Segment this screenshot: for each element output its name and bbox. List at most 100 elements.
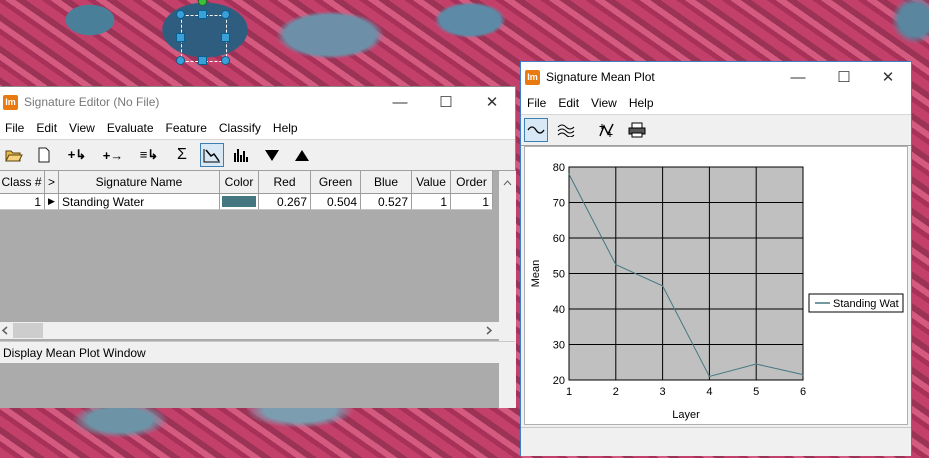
table-row[interactable]: 1 ▶ Standing Water 0.267 0.504 0.527 1 1 — [0, 194, 493, 210]
cell-red[interactable]: 0.267 — [259, 194, 311, 210]
signature-editor-window: Im Signature Editor (No File) — ☐ ✕ File… — [0, 86, 516, 408]
data-point — [802, 373, 804, 376]
cell-current-marker[interactable]: ▶ — [45, 194, 59, 210]
x-axis-label: Layer — [672, 409, 700, 421]
cell-green[interactable]: 0.504 — [311, 194, 361, 210]
close-button[interactable]: ✕ — [865, 62, 911, 92]
minimize-button[interactable]: — — [775, 62, 821, 92]
cell-color[interactable] — [220, 194, 259, 210]
add-signature-icon[interactable]: +↳ — [62, 143, 92, 167]
maximize-button[interactable]: ☐ — [423, 87, 469, 117]
resize-handle[interactable] — [198, 56, 207, 65]
horizontal-scrollbar[interactable] — [0, 322, 499, 339]
column-value[interactable]: Value — [412, 171, 451, 193]
menu-bar: File Edit View Help — [521, 92, 911, 114]
menu-help[interactable]: Help — [623, 96, 660, 110]
statistics-sigma-icon[interactable]: Σ — [170, 143, 194, 167]
column-marker[interactable]: > — [45, 171, 59, 193]
resize-handle[interactable] — [221, 56, 230, 65]
menu-edit[interactable]: Edit — [30, 121, 63, 135]
cell-value[interactable]: 1 — [412, 194, 451, 210]
single-signature-plot-icon[interactable] — [524, 118, 548, 142]
resize-handle[interactable] — [176, 56, 185, 65]
cell-blue[interactable]: 0.527 — [361, 194, 412, 210]
column-blue[interactable]: Blue — [361, 171, 412, 193]
open-folder-icon[interactable] — [2, 143, 26, 167]
histogram-icon[interactable] — [230, 143, 254, 167]
move-up-icon[interactable] — [290, 143, 314, 167]
new-file-icon[interactable] — [32, 143, 56, 167]
menu-help[interactable]: Help — [267, 121, 304, 135]
resize-handle[interactable] — [198, 10, 207, 19]
all-signatures-plot-icon[interactable] — [554, 118, 578, 142]
column-red[interactable]: Red — [259, 171, 311, 193]
cell-class[interactable]: 1 — [0, 194, 45, 210]
y-tick-label: 50 — [553, 269, 565, 281]
column-green[interactable]: Green — [311, 171, 361, 193]
column-class[interactable]: Class # — [0, 171, 45, 193]
window-title: Signature Editor (No File) — [24, 95, 160, 109]
mean-plot-area: 20 30 40 50 60 70 80 1 2 3 4 5 6 Layer Mean Standing Wa… — [524, 146, 908, 425]
status-bar: Display Mean Plot Window — [0, 341, 515, 363]
data-point — [755, 363, 757, 365]
normalize-icon[interactable] — [595, 118, 619, 142]
y-tick-label: 20 — [553, 375, 565, 387]
window-title: Signature Mean Plot — [546, 70, 655, 84]
move-down-icon[interactable] — [260, 143, 284, 167]
menu-edit[interactable]: Edit — [552, 96, 585, 110]
status-bar — [521, 427, 911, 456]
signature-table: Class # > Signature Name Color Red Green… — [0, 171, 499, 408]
resize-handle[interactable] — [176, 33, 185, 42]
merge-signature-icon[interactable]: ≡↳ — [134, 143, 164, 167]
menu-feature[interactable]: Feature — [160, 121, 213, 135]
column-color[interactable]: Color — [220, 171, 259, 193]
y-tick-label: 40 — [553, 304, 565, 316]
mean-plot-chart: 20 30 40 50 60 70 80 1 2 3 4 5 6 Layer Mean Standing Wa… — [530, 162, 904, 421]
y-axis-label: Mean — [530, 260, 542, 288]
column-signature-name[interactable]: Signature Name — [59, 171, 220, 193]
x-tick-label: 3 — [660, 386, 666, 398]
title-bar[interactable]: Im Signature Mean Plot — ☐ ✕ — [521, 62, 911, 92]
color-swatch[interactable] — [222, 196, 256, 207]
cell-signature-name[interactable]: Standing Water — [59, 194, 220, 210]
x-tick-label: 2 — [613, 386, 619, 398]
y-tick-label: 80 — [553, 162, 565, 174]
menu-bar: File Edit View Evaluate Feature Classify… — [0, 117, 515, 139]
data-point — [708, 375, 711, 378]
resize-handle[interactable] — [176, 10, 185, 19]
menu-view[interactable]: View — [585, 96, 623, 110]
y-tick-label: 60 — [553, 233, 565, 245]
x-tick-label: 6 — [800, 386, 806, 398]
x-tick-label: 4 — [706, 386, 712, 398]
menu-file[interactable]: File — [0, 121, 30, 135]
replace-signature-icon[interactable]: +→ — [98, 143, 128, 167]
data-point — [568, 173, 570, 175]
x-tick-label: 1 — [566, 386, 572, 398]
mean-plot-icon[interactable] — [200, 143, 224, 167]
close-button[interactable]: ✕ — [469, 87, 515, 117]
column-order[interactable]: Order — [451, 171, 493, 193]
print-icon[interactable] — [625, 118, 649, 142]
legend-label: Standing Wat — [833, 298, 899, 310]
signature-mean-plot-window: Im Signature Mean Plot — ☐ ✕ File Edit V… — [520, 61, 912, 456]
cell-order[interactable]: 1 — [451, 194, 493, 210]
maximize-button[interactable]: ☐ — [821, 62, 867, 92]
minimize-button[interactable]: — — [377, 87, 423, 117]
imagine-app-icon: Im — [525, 69, 540, 85]
menu-classify[interactable]: Classify — [213, 121, 267, 135]
menu-file[interactable]: File — [521, 96, 552, 110]
data-point — [661, 285, 664, 287]
imagine-app-icon: Im — [3, 94, 18, 110]
toolbar: +↳ +→ ≡↳ Σ — [0, 139, 515, 171]
menu-view[interactable]: View — [63, 121, 101, 135]
title-bar[interactable]: Im Signature Editor (No File) — ☐ ✕ — [0, 87, 515, 117]
menu-evaluate[interactable]: Evaluate — [101, 121, 160, 135]
y-tick-label: 70 — [553, 198, 565, 210]
toolbar — [521, 114, 911, 146]
resize-handle[interactable] — [221, 10, 230, 19]
vertical-scrollbar[interactable] — [499, 171, 516, 408]
data-point — [615, 263, 617, 266]
x-tick-label: 5 — [753, 386, 759, 398]
y-tick-label: 30 — [553, 340, 565, 352]
resize-handle[interactable] — [221, 33, 230, 42]
